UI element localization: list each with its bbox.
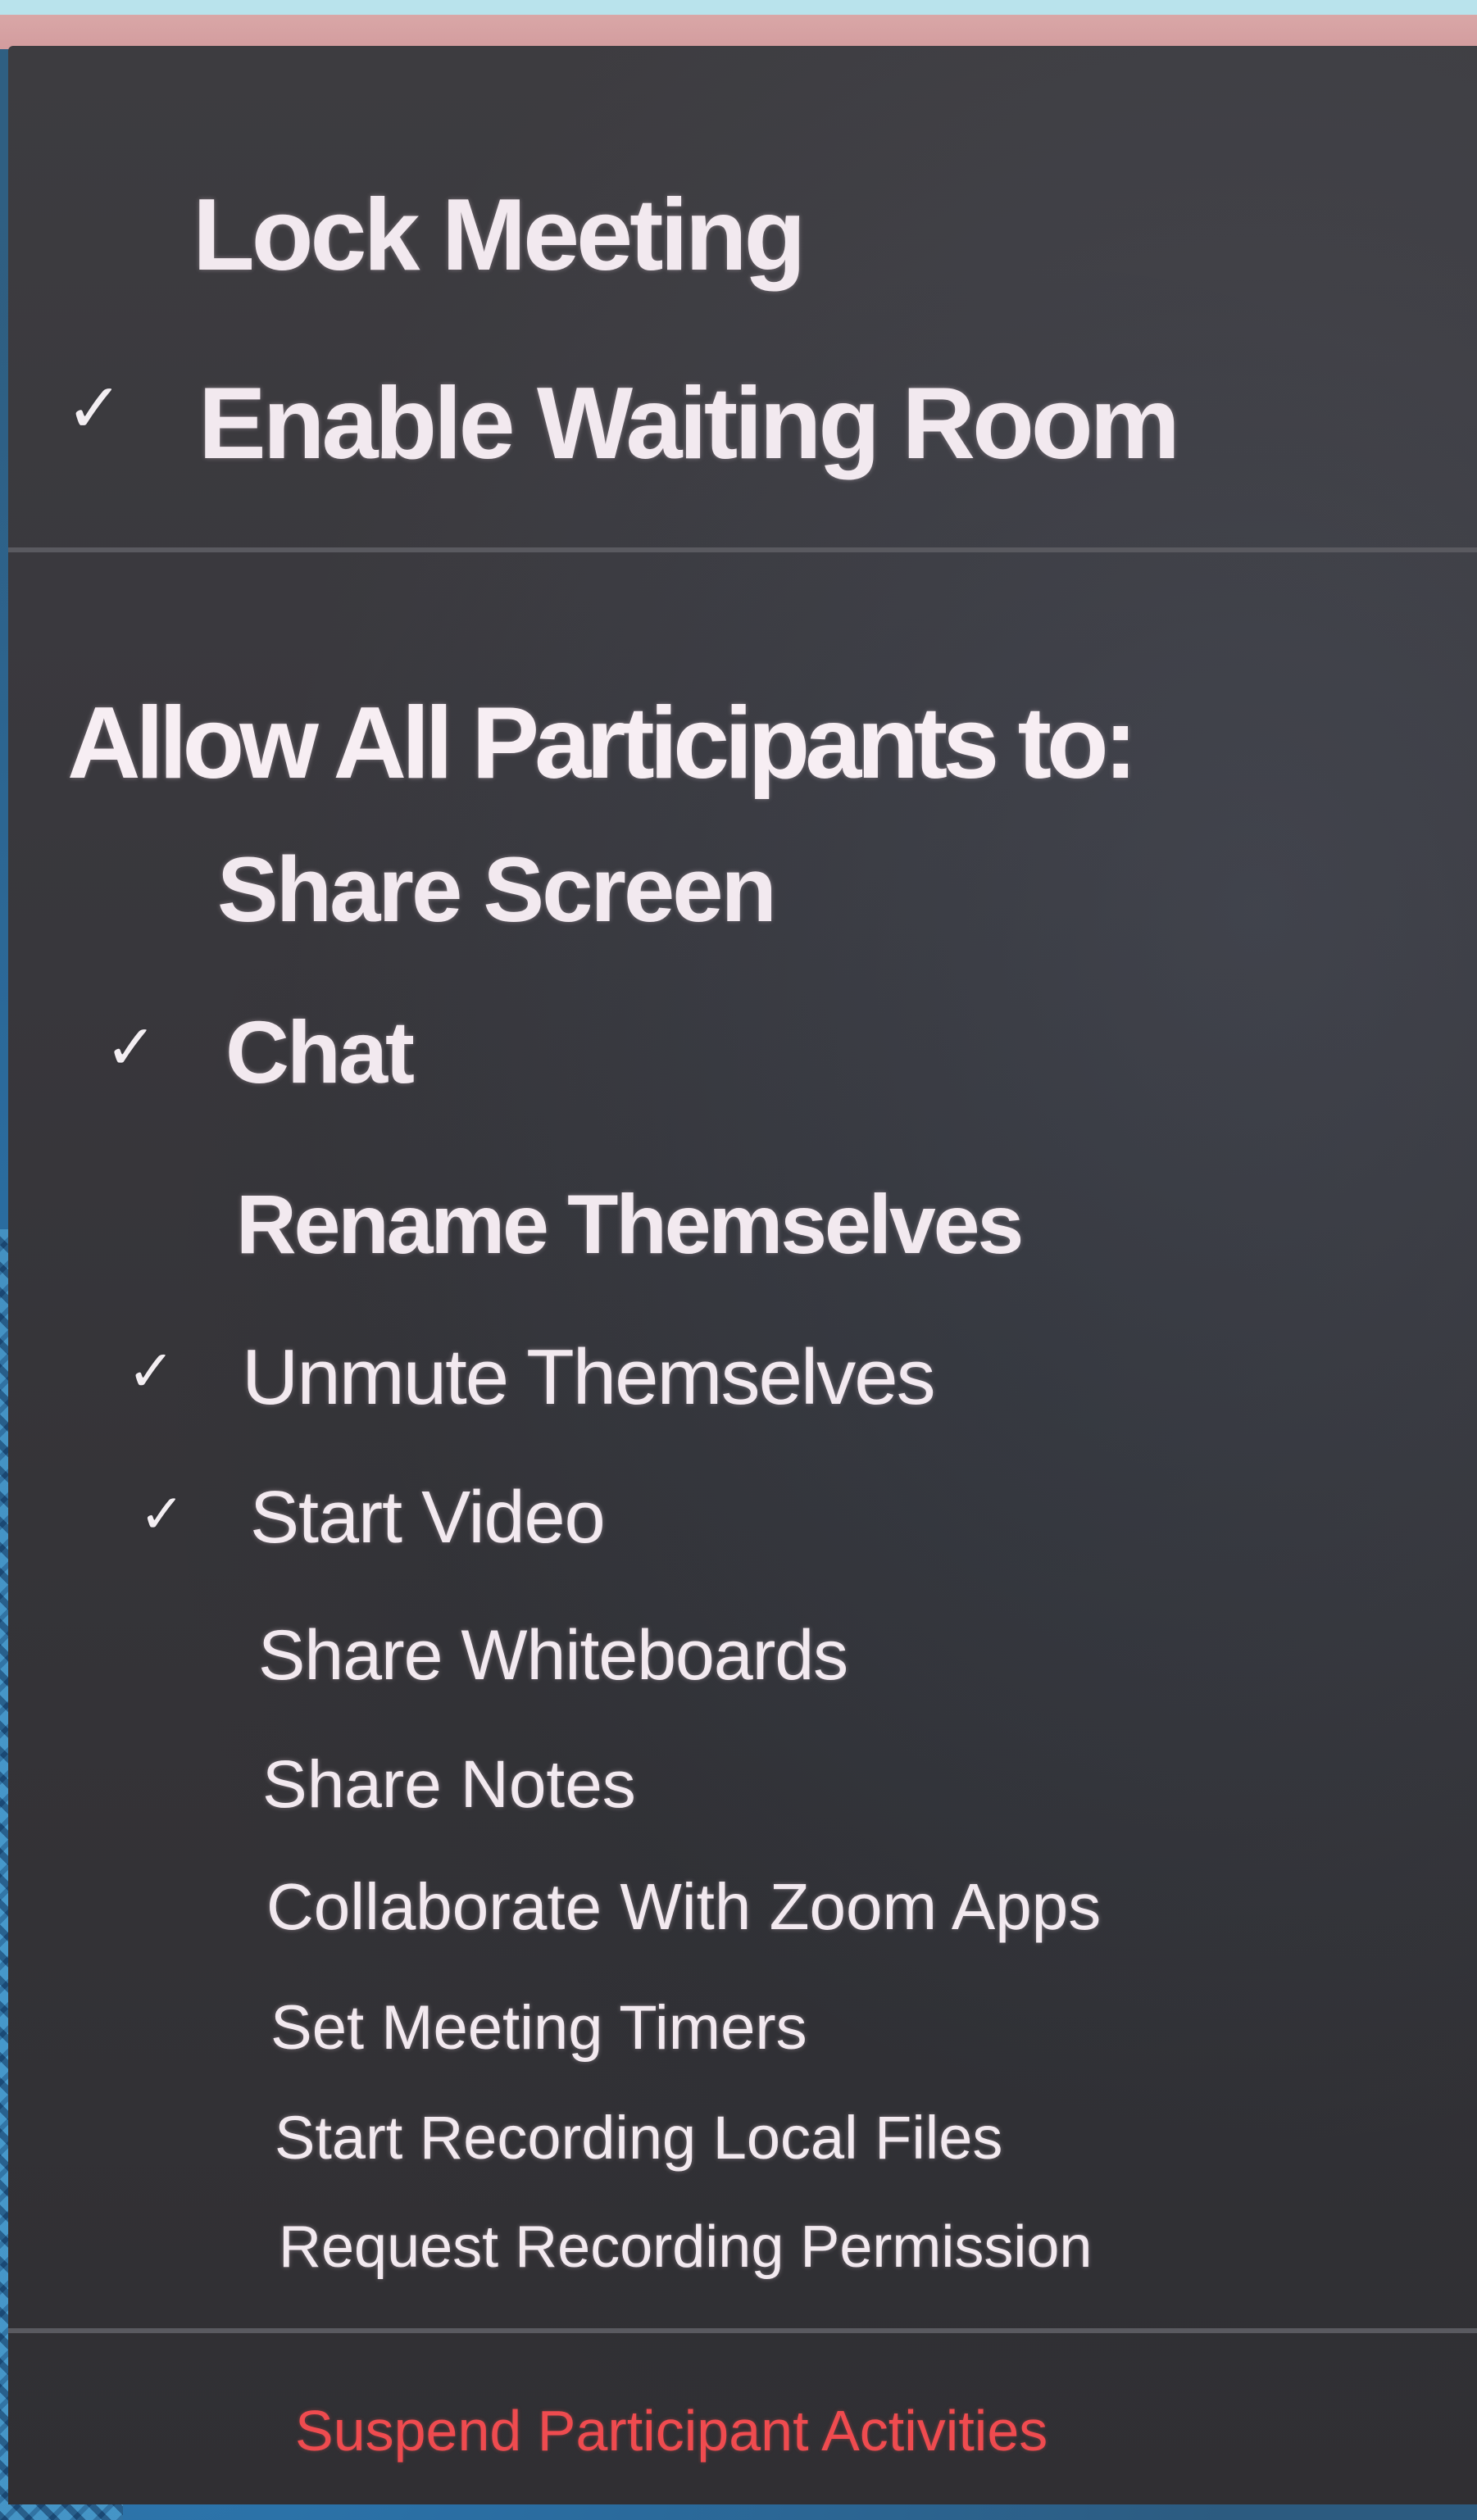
menu-item-share-whiteboards[interactable]: Share Whiteboards <box>8 1615 1477 1714</box>
checkmark-icon: ✓ <box>127 1337 175 1405</box>
menu-item-unmute-themselves[interactable]: ✓ Unmute Themselves <box>8 1333 1477 1439</box>
menu-item-label: Chat <box>225 1002 415 1101</box>
menu-item-rename-themselves[interactable]: Rename Themselves <box>8 1177 1477 1283</box>
menu-item-share-screen[interactable]: Share Screen <box>8 837 1477 951</box>
menu-item-label: Lock Meeting <box>193 179 806 292</box>
section-heading-label: Allow All Participants to: <box>67 687 1138 800</box>
menu-item-start-video[interactable]: ✓ Start Video <box>8 1476 1477 1574</box>
menu-item-set-meeting-timers[interactable]: Set Meeting Timers <box>8 1992 1477 2074</box>
menu-item-label: Share Screen <box>217 838 777 941</box>
menu-item-label: Share Notes <box>262 1747 636 1822</box>
checkmark-icon: ✓ <box>139 1482 185 1546</box>
menu-item-chat[interactable]: ✓ Chat <box>8 1001 1477 1115</box>
menu-item-label: Start Video <box>250 1477 606 1559</box>
section-heading: Allow All Participants to: <box>8 685 1477 816</box>
menu-item-label: Unmute Themselves <box>242 1333 936 1421</box>
menu-item-enable-waiting-room[interactable]: ✓ Enable Waiting Room <box>8 353 1477 484</box>
menu-item-label: Rename Themselves <box>236 1178 1024 1271</box>
menu-divider <box>8 2328 1477 2333</box>
menu-item-label: Request Recording Permission <box>279 2214 1093 2280</box>
menu-item-label: Start Recording Local Files <box>275 2104 1003 2172</box>
menu-item-label: Suspend Participant Activities <box>295 2399 1048 2463</box>
menu-item-label: Set Meeting Timers <box>270 1993 807 2063</box>
menu-item-start-recording-local-files[interactable]: Start Recording Local Files <box>8 2103 1477 2185</box>
menu-item-lock-meeting[interactable]: Lock Meeting <box>8 169 1477 292</box>
menu-item-label: Enable Waiting Room <box>198 367 1180 480</box>
menu-item-request-recording-permission[interactable]: Request Recording Permission <box>8 2214 1477 2295</box>
checkmark-icon: ✓ <box>105 1010 157 1083</box>
menu-item-label: Collaborate With Zoom Apps <box>266 1870 1102 1943</box>
menu-item-label: Share Whiteboards <box>258 1616 848 1695</box>
menu-item-share-notes[interactable]: Share Notes <box>8 1746 1477 1837</box>
suspend-participant-activities-button[interactable]: Suspend Participant Activities <box>8 2398 1477 2480</box>
menu-divider <box>8 547 1477 552</box>
checkmark-icon: ✓ <box>66 368 124 448</box>
security-menu: Lock Meeting ✓ Enable Waiting Room Allow… <box>8 46 1477 2504</box>
menu-item-collaborate-with-zoom-apps[interactable]: Collaborate With Zoom Apps <box>8 1869 1477 1959</box>
